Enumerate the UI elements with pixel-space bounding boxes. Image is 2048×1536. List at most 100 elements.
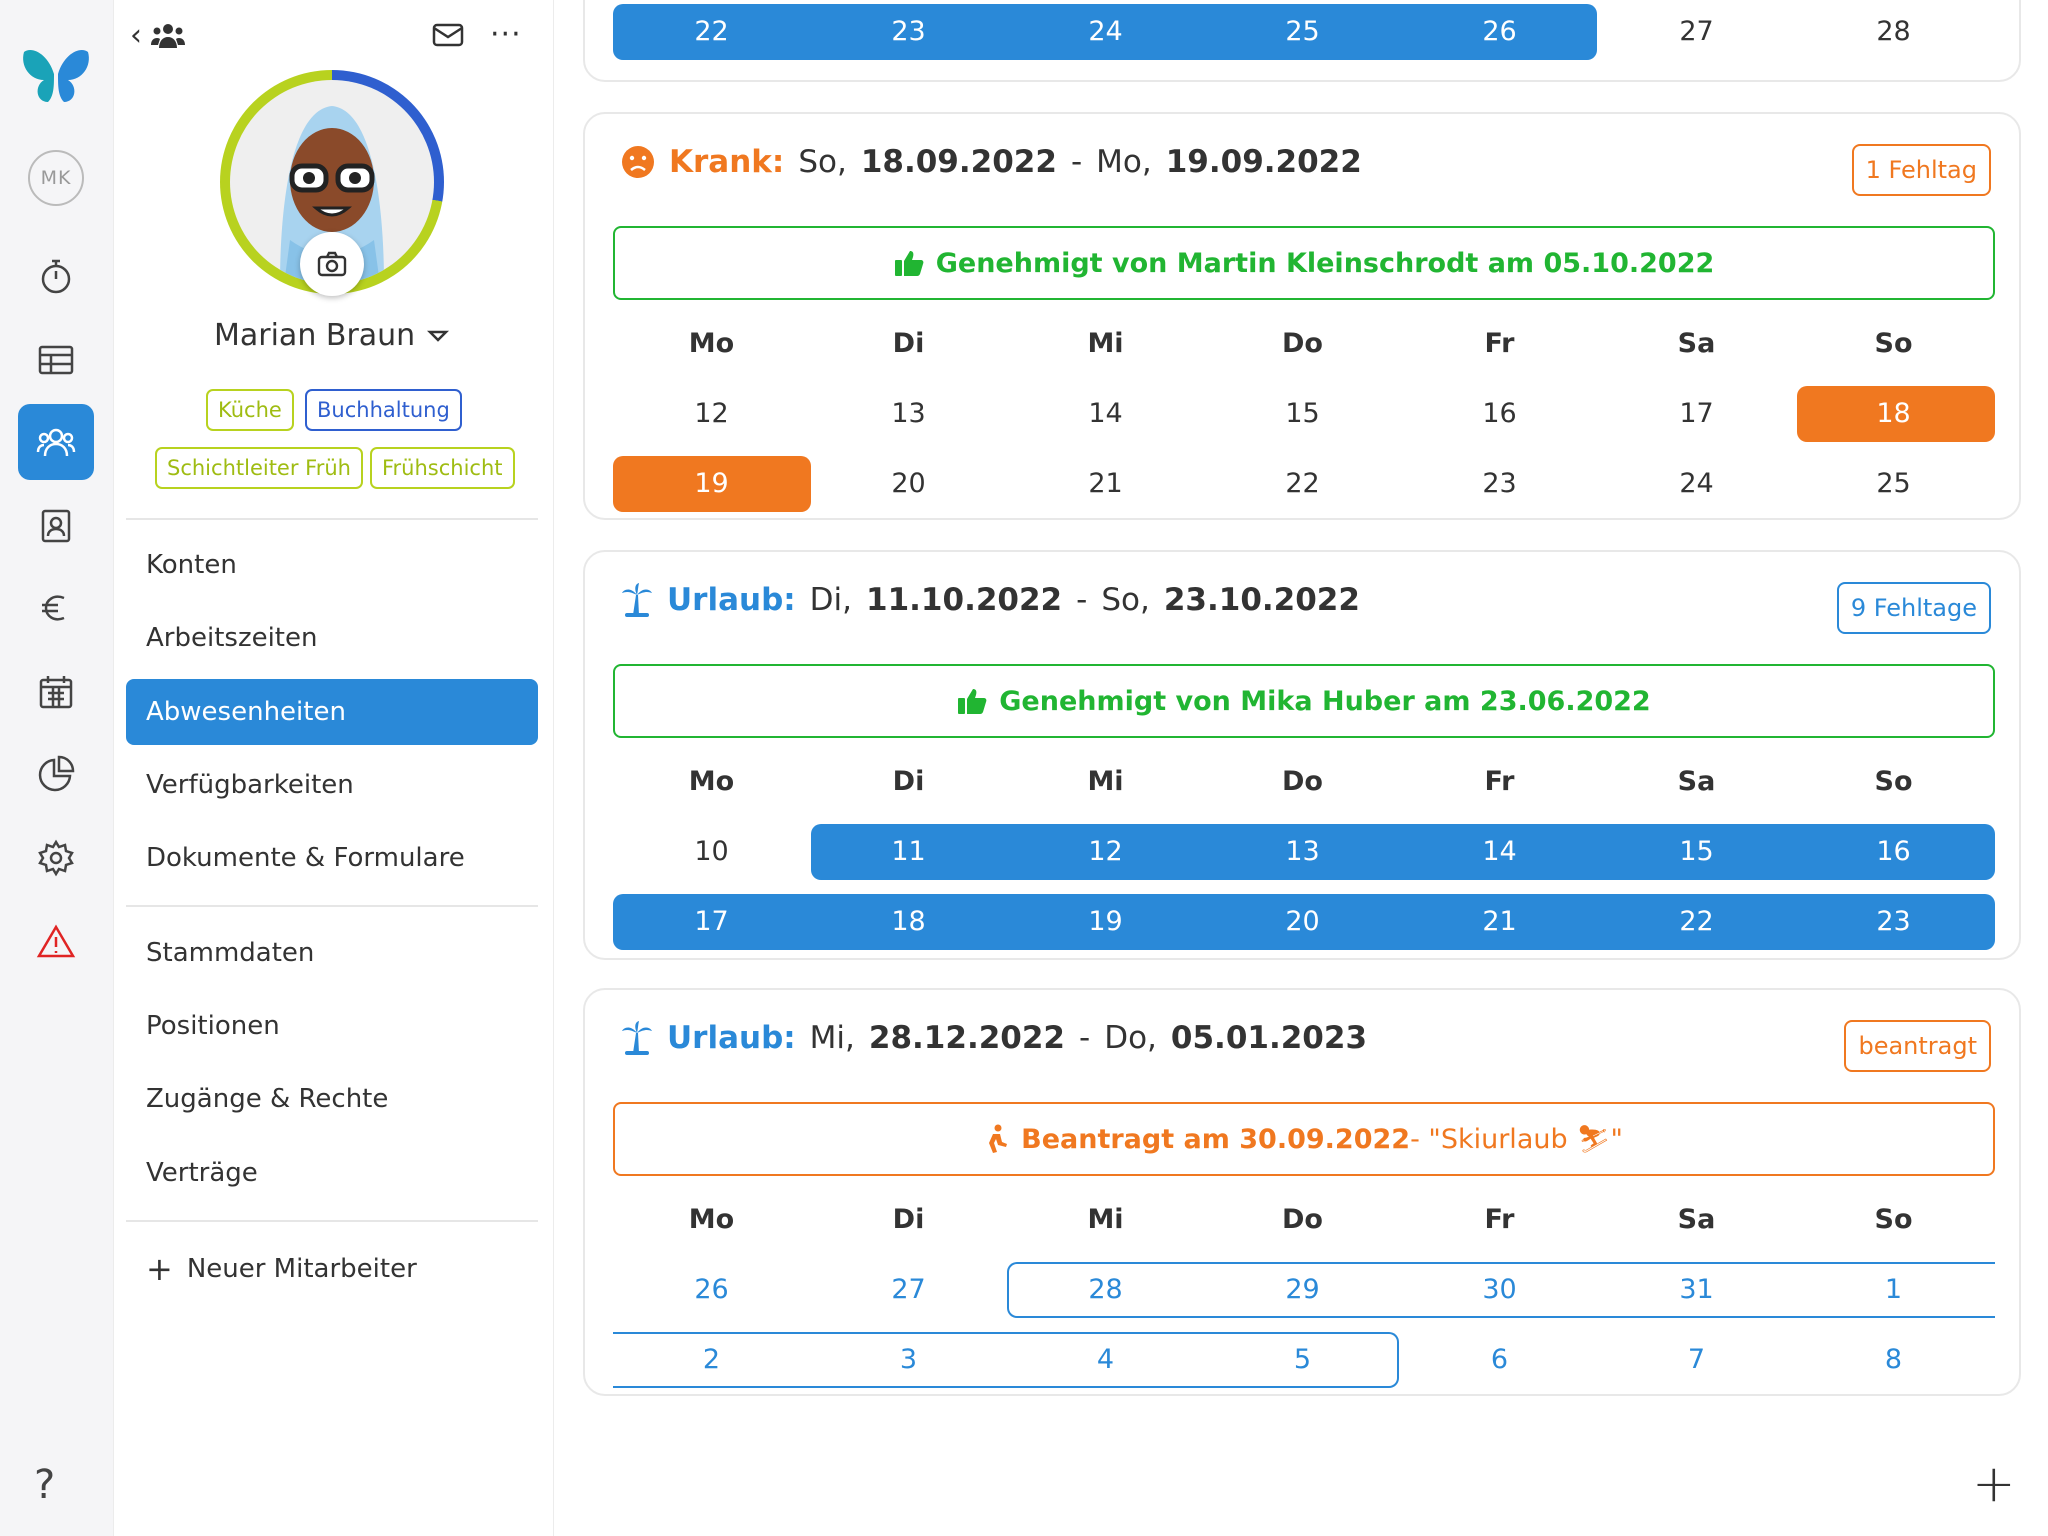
mail-icon[interactable] bbox=[432, 22, 464, 48]
start-weekday: So, bbox=[798, 144, 847, 180]
palm-tree-icon bbox=[622, 1021, 652, 1055]
back-to-employees[interactable]: ‹ bbox=[130, 18, 186, 53]
menu-vertraege[interactable]: Verträge bbox=[126, 1140, 538, 1206]
calendar-icon[interactable] bbox=[18, 654, 94, 730]
weekday-label: Mi bbox=[1087, 328, 1124, 359]
calendar-day: 20 bbox=[891, 468, 926, 499]
menu-dokumente-formulare[interactable]: Dokumente & Formulare bbox=[126, 825, 538, 891]
employees-icon[interactable] bbox=[18, 404, 94, 480]
absence-card-vacation-october[interactable]: Urlaub: Di, 11.10.2022 - So, 23.10.2022 … bbox=[583, 550, 2021, 960]
absence-card-vacation-december[interactable]: Urlaub: Mi, 28.12.2022 - Do, 05.01.2023 … bbox=[583, 988, 2021, 1396]
calendar-day: 1 bbox=[1884, 1274, 1903, 1305]
camera-icon[interactable] bbox=[300, 232, 364, 296]
weekday-label: Do bbox=[1282, 766, 1323, 797]
tag-kueche[interactable]: Küche bbox=[206, 389, 294, 431]
calendar-day: 5 bbox=[1293, 1344, 1312, 1375]
tag-schichtleiter-frueh[interactable]: Schichtleiter Früh bbox=[155, 447, 363, 489]
weekday-label: Do bbox=[1282, 1204, 1323, 1235]
calendar-day: 3 bbox=[899, 1344, 918, 1375]
calendar-day: 4 bbox=[1096, 1344, 1115, 1375]
weekday-label: Di bbox=[892, 1204, 925, 1235]
contact-card-icon[interactable] bbox=[18, 488, 94, 564]
stopwatch-icon[interactable] bbox=[18, 238, 94, 314]
menu-stammdaten[interactable]: Stammdaten bbox=[126, 920, 538, 986]
calendar-day: 24 bbox=[1679, 468, 1714, 499]
menu-verfuegbarkeiten[interactable]: Verfügbarkeiten bbox=[126, 752, 538, 818]
menu-konten[interactable]: Konten bbox=[126, 532, 538, 598]
weekday-label: Fr bbox=[1484, 328, 1515, 359]
calendar-day: 10 bbox=[694, 836, 729, 867]
end-weekday: Do, bbox=[1104, 1020, 1157, 1056]
end-weekday: So, bbox=[1101, 582, 1150, 618]
weekday-label: Sa bbox=[1677, 766, 1716, 797]
end-date: 19.09.2022 bbox=[1165, 144, 1362, 180]
absence-title: Urlaub: Di, 11.10.2022 - So, 23.10.2022 bbox=[621, 582, 1360, 618]
requested-badge: beantragt bbox=[1844, 1020, 1991, 1072]
more-options-icon[interactable]: ··· bbox=[490, 20, 522, 50]
start-weekday: Di, bbox=[809, 582, 853, 618]
tag-buchhaltung[interactable]: Buchhaltung bbox=[305, 389, 462, 431]
calendar-day: 26 bbox=[694, 1274, 729, 1305]
calendar-day: 13 bbox=[891, 398, 926, 429]
user-initials-avatar[interactable]: MK bbox=[28, 150, 84, 206]
start-date: 11.10.2022 bbox=[866, 582, 1063, 618]
add-absence-icon[interactable]: + bbox=[1972, 1454, 2016, 1514]
absence-card-sick[interactable]: Krank: So, 18.09.2022 - Mo, 19.09.2022 1… bbox=[583, 112, 2021, 520]
calendar-day: 7 bbox=[1687, 1344, 1706, 1375]
calendar-grid: Mo Di Mi Do Fr Sa So 10 11 12 13 14 15 1… bbox=[613, 748, 1995, 958]
calendar-day: 13 bbox=[1285, 836, 1320, 867]
divider bbox=[126, 1220, 538, 1222]
menu-abwesenheiten[interactable]: Abwesenheiten bbox=[126, 679, 538, 745]
divider bbox=[126, 518, 538, 520]
absence-type: Urlaub: bbox=[667, 1020, 796, 1056]
tag-fruehschicht[interactable]: Frühschicht bbox=[370, 447, 515, 489]
divider bbox=[126, 905, 538, 907]
absence-type: Urlaub: bbox=[667, 582, 796, 618]
calendar-day: 19 bbox=[1088, 906, 1123, 937]
calendar-day: 22 bbox=[1285, 468, 1320, 499]
calendar-day: 18 bbox=[891, 906, 926, 937]
calendar-day: 12 bbox=[1088, 836, 1123, 867]
new-employee-label: Neuer Mitarbeiter bbox=[186, 1254, 417, 1284]
calendar-day: 31 bbox=[1679, 1274, 1714, 1305]
thumbs-up-icon bbox=[958, 689, 987, 714]
end-date: 05.01.2023 bbox=[1170, 1020, 1368, 1056]
calendar-day: 19 bbox=[694, 468, 729, 499]
calendar-day: 28 bbox=[1876, 16, 1911, 47]
help-icon[interactable]: ? bbox=[34, 1462, 55, 1508]
calendar-grid: Mo Di Mi Do Fr Sa So 12 13 14 15 16 17 1… bbox=[613, 310, 1995, 520]
calendar-day: 18 bbox=[1876, 398, 1911, 429]
calendar-day: 25 bbox=[1876, 468, 1911, 499]
calendar-day: 30 bbox=[1482, 1274, 1517, 1305]
menu-arbeitszeiten[interactable]: Arbeitszeiten bbox=[126, 605, 538, 671]
weekday-label: Di bbox=[892, 766, 925, 797]
employee-name: Marian Braun bbox=[214, 318, 416, 353]
menu-positionen[interactable]: Positionen bbox=[126, 993, 538, 1059]
absence-type: Krank: bbox=[669, 144, 785, 180]
settings-gear-icon[interactable] bbox=[18, 820, 94, 896]
kneeling-person-icon bbox=[989, 1124, 1008, 1153]
warning-icon[interactable] bbox=[18, 904, 94, 980]
calendar-day: 23 bbox=[1482, 468, 1517, 499]
calendar-day: 14 bbox=[1088, 398, 1123, 429]
pie-chart-icon[interactable] bbox=[18, 736, 94, 812]
butterfly-logo-icon[interactable] bbox=[18, 36, 94, 112]
employee-name-dropdown[interactable]: Marian Braun bbox=[214, 318, 450, 353]
menu-zugaenge-rechte[interactable]: Zugänge & Rechte bbox=[126, 1066, 538, 1132]
approval-text: Genehmigt von Martin Kleinschrodt am 05.… bbox=[935, 247, 1715, 279]
missing-days-badge: 9 Fehltage bbox=[1836, 582, 1991, 634]
calendar-day: 15 bbox=[1285, 398, 1320, 429]
calendar-day: 17 bbox=[694, 906, 729, 937]
approval-text: Genehmigt von Mika Huber am 23.06.2022 bbox=[999, 685, 1651, 717]
icon-rail: MK ? bbox=[0, 0, 114, 1536]
calendar-day: 6 bbox=[1490, 1344, 1509, 1375]
euro-icon[interactable] bbox=[18, 570, 94, 646]
weekday-label: Di bbox=[892, 328, 925, 359]
calendar-day: 27 bbox=[891, 1274, 926, 1305]
table-icon[interactable] bbox=[18, 322, 94, 398]
calendar-day: 16 bbox=[1482, 398, 1517, 429]
calendar-day: 16 bbox=[1876, 836, 1911, 867]
plus-icon: + bbox=[146, 1250, 173, 1288]
request-status: Beantragt am 30.09.2022 - "Skiurlaub ⛷" bbox=[613, 1102, 1995, 1176]
new-employee-button[interactable]: + Neuer Mitarbeiter bbox=[126, 1236, 538, 1302]
